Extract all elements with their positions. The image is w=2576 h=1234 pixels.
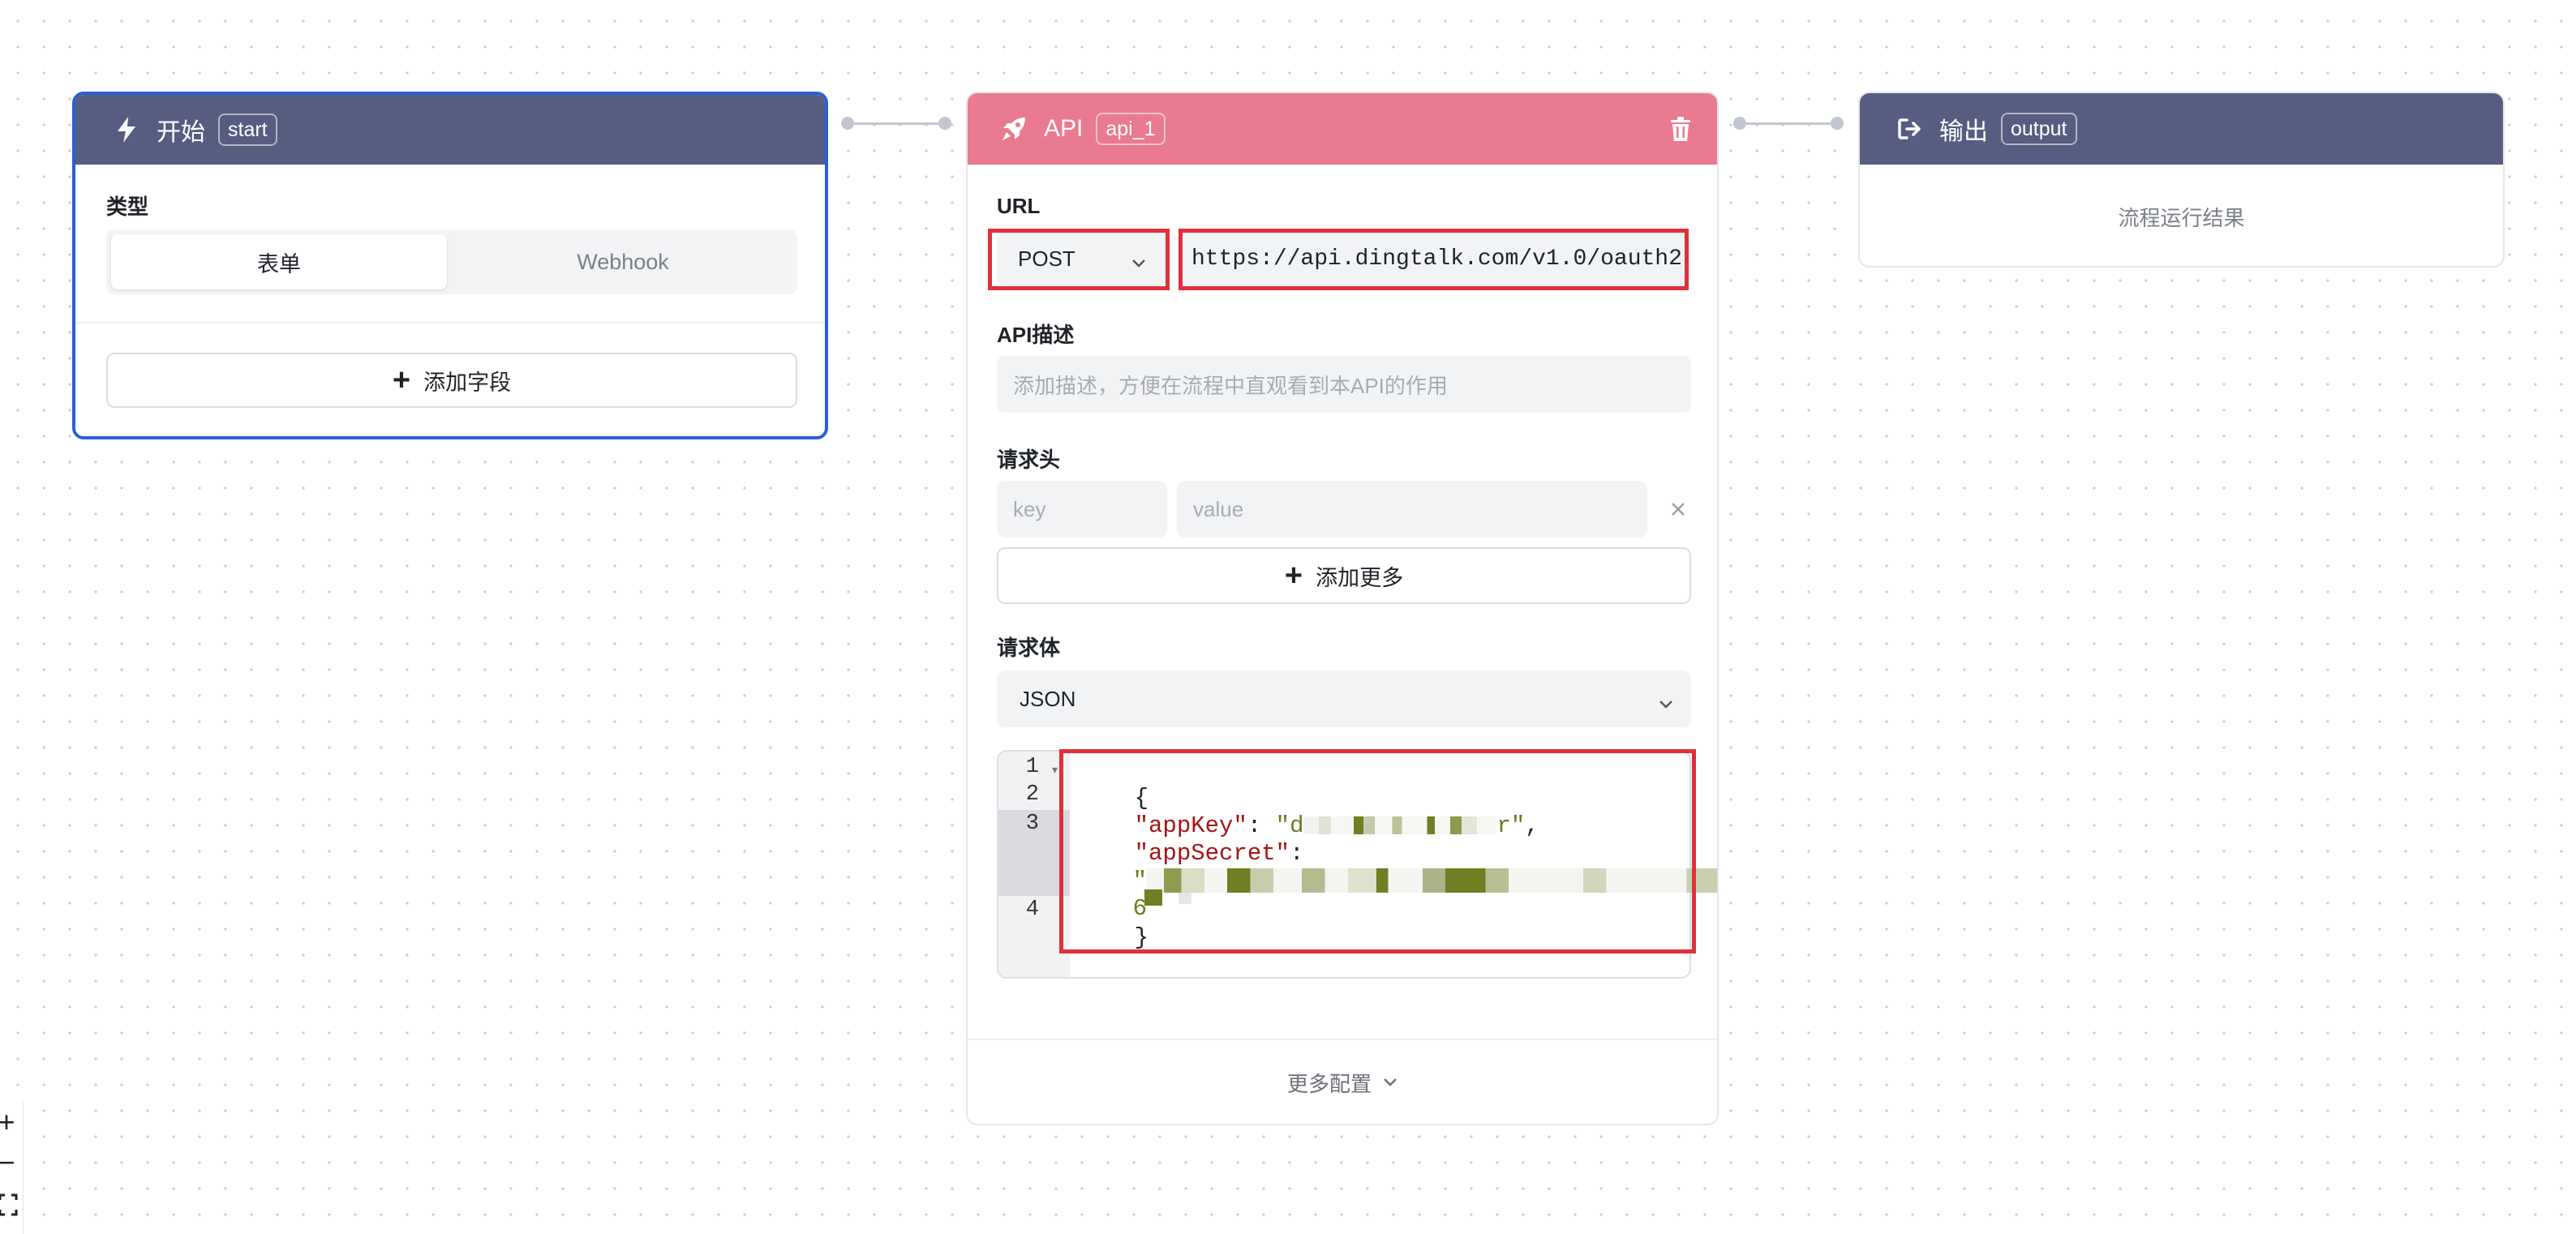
request-headers-label: 请求头 <box>997 448 1061 472</box>
line-number: 3 <box>1025 812 1039 836</box>
exit-icon <box>1896 115 1923 143</box>
header-key-input[interactable]: key <box>997 481 1167 538</box>
connector-dot[interactable] <box>1733 117 1746 130</box>
output-node-header[interactable]: 输出 output <box>1860 93 2503 165</box>
connector-dot[interactable] <box>841 117 854 130</box>
header-value-input[interactable]: value <box>1177 481 1647 538</box>
api-description-placeholder: 添加描述，方便在流程中直观看到本API的作用 <box>1013 373 1448 398</box>
divider <box>75 322 825 323</box>
type-segmented-control: 表单 Webhook <box>106 229 797 294</box>
fit-view-icon[interactable] <box>0 1193 18 1220</box>
request-body-label: 请求体 <box>997 636 1061 660</box>
header-value-placeholder: value <box>1193 496 1244 521</box>
connector-api-output <box>1740 122 1837 125</box>
more-config-button[interactable]: 更多配置 <box>968 1040 1717 1124</box>
api-node-header[interactable]: API api_1 <box>968 93 1717 165</box>
zoom-in-button[interactable]: + <box>0 1101 23 1143</box>
highlight-url <box>1179 229 1689 290</box>
header-key-placeholder: key <box>1013 496 1046 521</box>
type-label: 类型 <box>106 195 149 219</box>
line-number: 2 <box>1025 782 1039 807</box>
trash-icon[interactable] <box>1670 117 1691 141</box>
start-node-header[interactable]: 开始 start <box>75 95 825 165</box>
body-type-select[interactable]: JSON <box>997 671 1691 727</box>
rocket-icon <box>1000 115 1028 143</box>
output-node-tag: output <box>2001 113 2077 145</box>
more-config-label: 更多配置 <box>1286 1071 1372 1096</box>
output-placeholder: 流程运行结果 <box>2118 206 2245 230</box>
url-label: URL <box>997 194 1041 218</box>
chevron-down-icon <box>1659 690 1673 715</box>
start-node-title: 开始 <box>157 119 205 146</box>
plus-icon: + <box>392 363 411 397</box>
output-node-title: 输出 <box>1939 118 1988 145</box>
chevron-down-icon <box>1383 1078 1397 1087</box>
fold-arrow-icon[interactable]: ▾ <box>1052 763 1058 777</box>
add-field-button[interactable]: + 添加字段 <box>106 353 797 408</box>
api-description-input[interactable]: 添加描述，方便在流程中直观看到本API的作用 <box>997 356 1691 413</box>
type-option-form[interactable]: 表单 <box>111 234 447 289</box>
line-number: 4 <box>1025 898 1039 922</box>
start-node-tag: start <box>218 114 277 146</box>
body-type-value: JSON <box>1020 686 1076 711</box>
api-description-label: API描述 <box>997 323 1075 347</box>
add-more-header-button[interactable]: + 添加更多 <box>997 547 1691 604</box>
add-field-label: 添加字段 <box>423 370 512 395</box>
close-icon[interactable] <box>1670 501 1686 521</box>
api-node-title: API <box>1044 115 1084 142</box>
add-more-label: 添加更多 <box>1316 565 1404 590</box>
connector-start-api <box>848 122 945 125</box>
output-node[interactable]: 输出 output 流程运行结果 <box>1858 92 2505 268</box>
start-node[interactable]: 开始 start 类型 表单 Webhook + 添加字段 <box>72 92 828 439</box>
lightning-icon <box>113 116 140 144</box>
connector-dot[interactable] <box>1831 117 1844 130</box>
zoom-controls: + − <box>0 1101 24 1234</box>
type-option-webhook[interactable]: Webhook <box>453 234 792 289</box>
connector-dot[interactable] <box>938 117 951 130</box>
plus-icon: + <box>1284 559 1303 593</box>
api-node-tag: api_1 <box>1096 113 1166 145</box>
zoom-out-button[interactable]: − <box>0 1142 23 1184</box>
highlight-method <box>988 229 1170 290</box>
line-number: 1 <box>1025 755 1039 779</box>
highlight-request-body <box>1059 749 1696 953</box>
